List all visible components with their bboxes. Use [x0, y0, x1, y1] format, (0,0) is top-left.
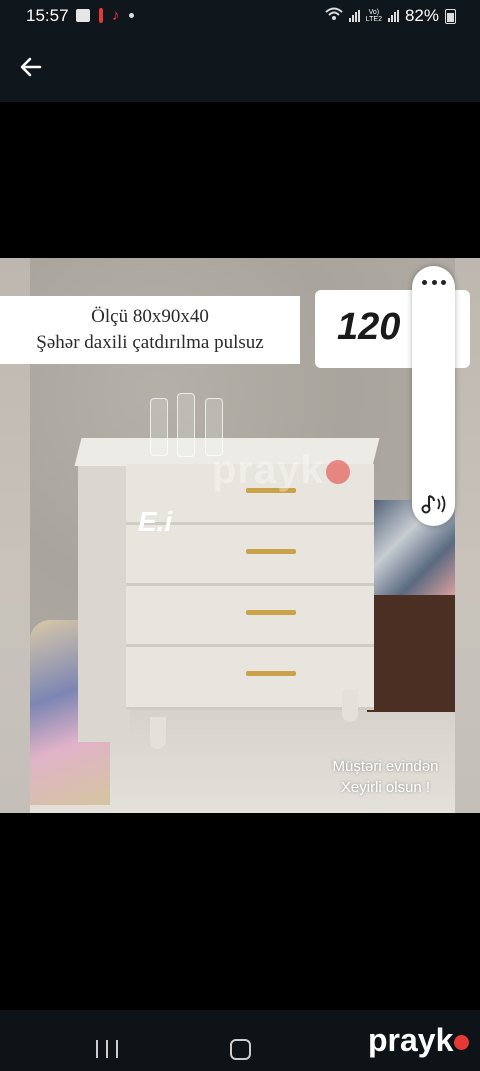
drawer-handle	[246, 549, 296, 554]
product-photo[interactable]: E.i prayk Ölçü 80x90x40 Şəhər daxili çat…	[0, 258, 480, 813]
floating-panel[interactable]	[412, 266, 455, 526]
volte-label: Vo) LTE2	[365, 9, 382, 23]
watermark-dot	[325, 460, 350, 485]
more-notifications-icon	[128, 13, 134, 18]
nav-watermark: prayk	[368, 1022, 470, 1059]
nav-watermark-dot	[454, 1035, 470, 1051]
caption-line-1: Müştəri evindən	[332, 758, 439, 775]
brand-mark: E.i	[138, 506, 173, 537]
signal-icon	[348, 10, 360, 22]
decor-glass	[150, 398, 168, 456]
battery-icon	[445, 8, 456, 24]
app-bar	[0, 32, 480, 102]
system-icons: Vo) LTE2 82%	[325, 6, 456, 26]
dresser-leg-left	[150, 717, 166, 749]
status-time: 15:57	[26, 6, 69, 25]
drawer-3	[126, 586, 374, 647]
drawer-4	[126, 647, 374, 710]
delivery-label: Şəhər daxili çatdırılma pulsuz	[36, 332, 264, 353]
dresser-leg-right	[342, 690, 358, 722]
drawer-handle	[246, 610, 296, 615]
recent-apps-icon[interactable]	[96, 1040, 118, 1058]
dresser-side	[78, 460, 130, 742]
caption: Müştəri evindən Xeyirli olsun !	[318, 756, 453, 798]
audio-note-icon[interactable]	[420, 492, 448, 516]
system-nav-bar: prayk	[0, 1010, 480, 1071]
home-icon[interactable]	[230, 1039, 251, 1060]
price: 120	[337, 306, 401, 348]
notification-icons: ♪	[76, 8, 134, 23]
arrow-left-icon[interactable]	[18, 54, 44, 80]
info-box: Ölçü 80x90x40 Şəhər daxili çatdırılma pu…	[0, 296, 300, 364]
gallery-icon	[76, 9, 90, 22]
battery-percent: 82%	[404, 6, 439, 25]
app-notification-icon	[99, 8, 103, 23]
drawer-handle	[246, 671, 296, 676]
more-horizontal-icon[interactable]	[422, 280, 446, 288]
decor-vase	[177, 393, 195, 457]
signal-icon-2	[387, 10, 399, 22]
caption-line-2: Xeyirli olsun !	[340, 779, 431, 796]
size-label: Ölçü 80x90x40	[91, 306, 209, 327]
tiktok-icon: ♪	[112, 7, 120, 24]
status-bar: 15:57 ♪ Vo) LTE2 82%	[0, 0, 480, 32]
wifi-icon	[325, 7, 343, 25]
watermark: prayk	[212, 448, 350, 493]
